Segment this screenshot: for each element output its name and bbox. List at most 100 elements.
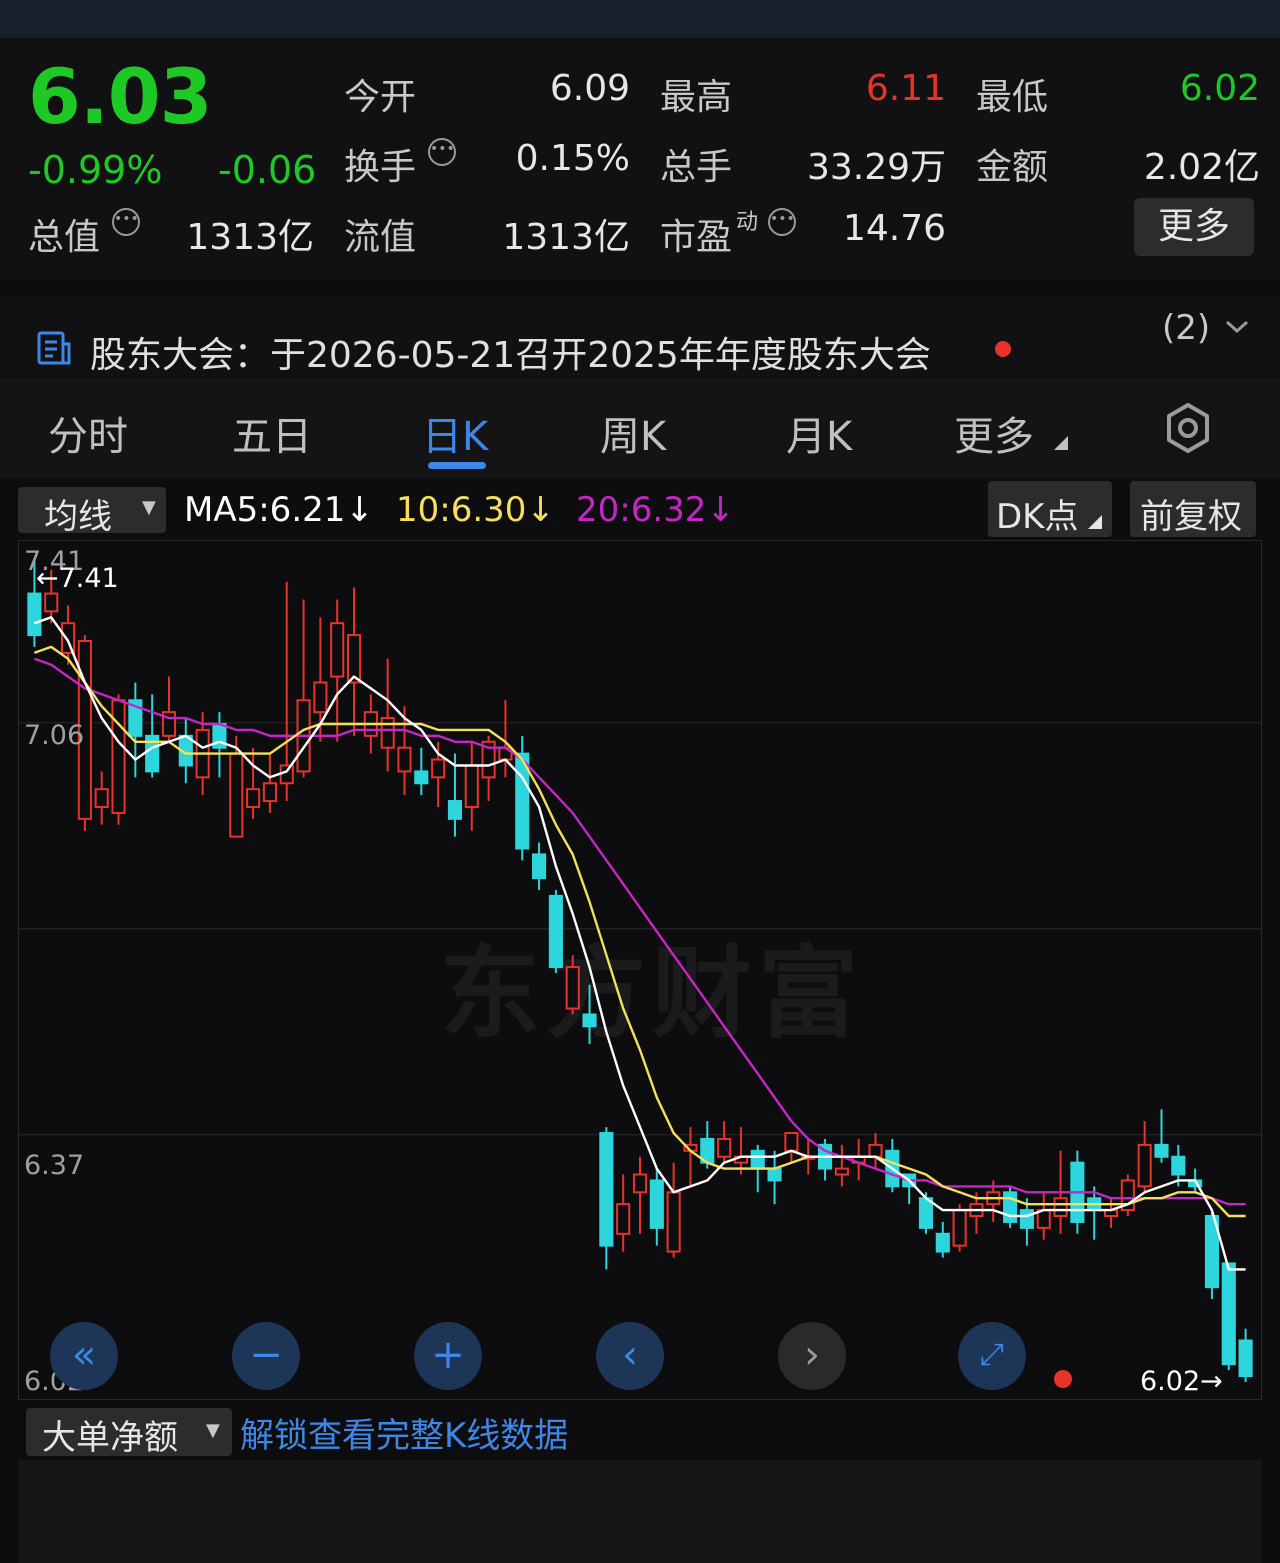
- notice-text[interactable]: 股东大会：于2026-05-21召开2025年年度股东大会: [90, 326, 931, 378]
- candle-up: [313, 681, 328, 714]
- indicator-selector[interactable]: 均线 ▼: [18, 487, 166, 537]
- change-amount: -0.06: [218, 148, 317, 192]
- adjust-button[interactable]: 前复权: [1130, 481, 1256, 537]
- amount-value: 2.02亿: [1143, 147, 1260, 188]
- tab-intraday[interactable]: 分时: [48, 404, 128, 462]
- tab-more[interactable]: 更多: [954, 404, 1034, 462]
- tab-weekly-k[interactable]: 周K: [600, 404, 666, 462]
- indicator-selector-label: 均线: [44, 497, 112, 537]
- turnover-value: 0.15%: [515, 138, 630, 179]
- candlestick-chart[interactable]: [18, 540, 1262, 1400]
- sub-indicator-selector[interactable]: 大单净额 ▼: [26, 1408, 232, 1458]
- mktcap-label: 总值: [28, 217, 101, 258]
- y-axis-label: 7.06: [24, 720, 85, 751]
- candle-up: [784, 1132, 799, 1152]
- open-label: 今开: [344, 77, 417, 118]
- corner-triangle-icon: [1054, 436, 1068, 450]
- candle-down: [1154, 1143, 1169, 1158]
- candle-up: [464, 764, 479, 808]
- candle-up: [330, 622, 345, 678]
- fullscreen-icon[interactable]: ⤢: [958, 1322, 1026, 1390]
- mktcap-value: 1313亿: [186, 217, 314, 258]
- chevron-down-icon[interactable]: [1224, 318, 1250, 336]
- dropdown-arrow-icon: ▼: [142, 497, 156, 518]
- chevron-left-icon[interactable]: ‹: [596, 1322, 664, 1390]
- change-percent: -0.99%: [28, 148, 163, 192]
- high-label: 最高: [660, 77, 733, 118]
- candle-down: [767, 1167, 782, 1182]
- double-chevron-left-icon[interactable]: «: [50, 1322, 118, 1390]
- status-bar: [0, 0, 1280, 38]
- zoom-in-icon[interactable]: +: [414, 1322, 482, 1390]
- info-icon[interactable]: •••: [768, 208, 796, 236]
- candle-up: [262, 782, 277, 803]
- ma20-value: 20:6.32↓: [576, 490, 735, 530]
- zoom-out-icon[interactable]: −: [232, 1322, 300, 1390]
- chevron-right-icon[interactable]: ›: [778, 1322, 846, 1390]
- candle-down: [414, 770, 429, 785]
- gear-icon[interactable]: [1162, 402, 1214, 454]
- ma10-value: 10:6.30↓: [396, 490, 555, 530]
- candle-up: [616, 1203, 631, 1235]
- candle-up: [279, 764, 294, 785]
- dropdown-arrow-icon: ▼: [206, 1420, 220, 1441]
- candle-up: [632, 1173, 648, 1194]
- candle-up: [246, 788, 261, 808]
- pe-value: 14.76: [842, 208, 946, 249]
- volume-label: 总手: [660, 147, 733, 188]
- dk-point-button[interactable]: DK点: [988, 481, 1112, 537]
- candle-down: [599, 1132, 614, 1247]
- dk-point-label: DK点: [996, 497, 1079, 537]
- pe-dynamic-sup: 动: [736, 210, 759, 235]
- candle-up: [868, 1143, 883, 1158]
- ma5-value: MA5:6.21↓: [184, 490, 374, 530]
- pe-label: 市盈: [660, 217, 733, 258]
- candle-down: [548, 894, 563, 969]
- candle-up: [834, 1167, 849, 1176]
- candle-down: [27, 592, 42, 637]
- more-quote-button[interactable]: 更多: [1134, 198, 1254, 256]
- tab-five-day[interactable]: 五日: [232, 404, 312, 462]
- high-value: 6.11: [865, 68, 946, 109]
- min-price-marker: 6.02→: [1140, 1366, 1223, 1397]
- candle-up: [1053, 1197, 1068, 1218]
- signal-dot: [1054, 1370, 1072, 1388]
- candle-down: [582, 1013, 597, 1028]
- volume-value: 33.29万: [806, 147, 946, 188]
- candle-up: [346, 634, 362, 684]
- document-icon: [37, 331, 71, 365]
- float-label: 流值: [344, 217, 417, 258]
- candle-up: [1137, 1143, 1152, 1188]
- turnover-label: 换手: [344, 147, 417, 188]
- candle-down: [1238, 1339, 1253, 1378]
- tab-daily-k[interactable]: 日K: [422, 404, 488, 462]
- candle-down: [649, 1179, 664, 1229]
- candle-up: [666, 1191, 681, 1253]
- candle-down: [935, 1232, 950, 1253]
- candle-up: [565, 966, 580, 1010]
- notice-count: (2): [1162, 308, 1211, 348]
- amount-label: 金额: [976, 147, 1049, 188]
- adjust-label: 前复权: [1140, 497, 1242, 537]
- info-icon[interactable]: •••: [428, 138, 456, 166]
- info-icon[interactable]: •••: [112, 208, 140, 236]
- open-value: 6.09: [549, 68, 630, 109]
- low-value: 6.02: [1179, 68, 1260, 109]
- candle-up: [229, 752, 244, 838]
- candle-up: [952, 1209, 967, 1247]
- corner-triangle-icon: [1088, 515, 1102, 529]
- low-label: 最低: [976, 77, 1049, 118]
- active-tab-indicator: [428, 462, 486, 469]
- max-price-marker: ←7.41: [36, 563, 119, 594]
- tab-monthly-k[interactable]: 月K: [786, 404, 852, 462]
- float-value: 1313亿: [502, 217, 630, 258]
- candle-down: [532, 853, 547, 880]
- candle-up: [94, 788, 109, 808]
- sub-indicator-label: 大单净额: [42, 1418, 178, 1458]
- candle-down: [750, 1149, 765, 1170]
- unlock-kline-link[interactable]: 解锁查看完整K线数据: [240, 1408, 568, 1457]
- y-axis-label: 6.37: [24, 1150, 85, 1181]
- sub-indicator-panel: [18, 1460, 1262, 1563]
- candle-up: [44, 592, 59, 613]
- last-price: 6.03: [28, 52, 213, 141]
